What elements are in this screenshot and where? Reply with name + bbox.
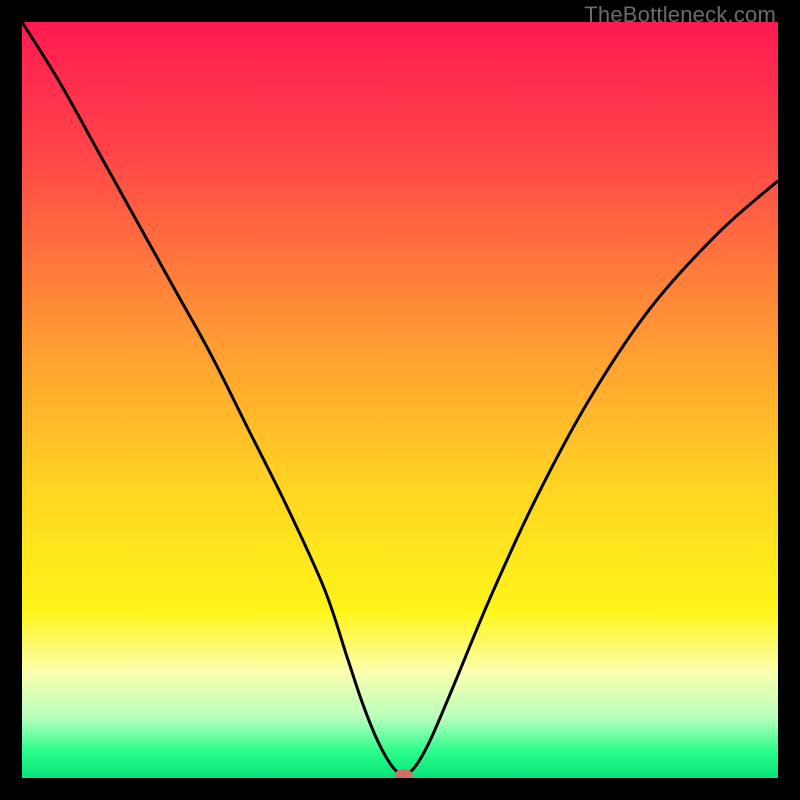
watermark-text: TheBottleneck.com bbox=[584, 2, 776, 28]
bottleneck-chart bbox=[22, 22, 778, 778]
chart-frame bbox=[22, 22, 778, 778]
gradient-background bbox=[22, 22, 778, 778]
